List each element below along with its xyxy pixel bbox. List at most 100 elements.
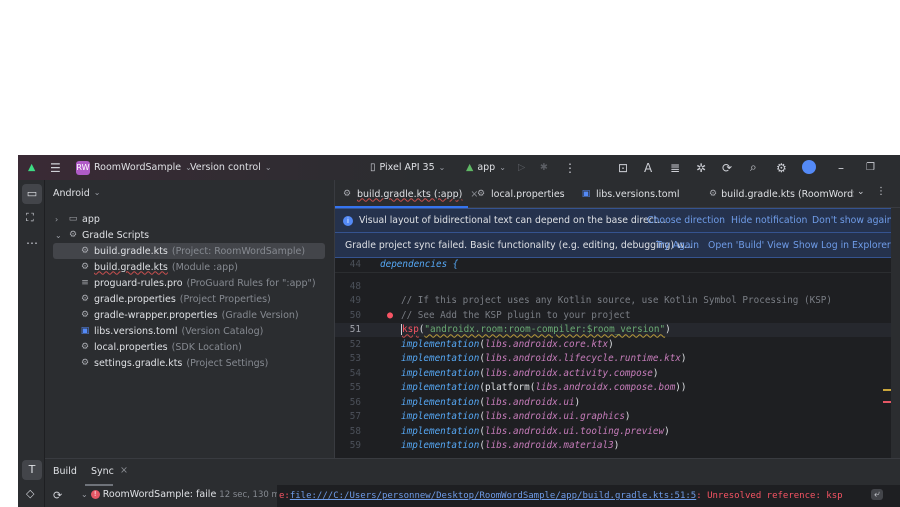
lightbulb-error-icon[interactable]: ●: [387, 310, 393, 321]
tree-item[interactable]: ▣ libs.versions.toml (Version Catalog): [45, 323, 334, 339]
close-icon[interactable]: ×: [120, 465, 128, 476]
tree-item[interactable]: ⚙ gradle-wrapper.properties (Gradle Versi…: [45, 307, 334, 323]
more-tools-icon[interactable]: ⋯: [26, 236, 38, 250]
sticky-line: 44 dependencies {: [335, 258, 891, 273]
tree-item-label: gradle.properties: [94, 293, 176, 305]
run-config-selector[interactable]: ▲ app ⌄: [466, 162, 506, 173]
chevron-down-icon: ⌄: [438, 163, 446, 172]
device-label: Pixel API 35: [379, 162, 435, 173]
sync-icon[interactable]: ⟳: [53, 489, 62, 502]
gear-icon[interactable]: ⚙: [776, 161, 787, 175]
tree-item[interactable]: ⚙ settings.gradle.kts (Project Settings): [45, 355, 334, 371]
project-panel: Android ⌄ › ▭ app ⌄ ⚙ Gradle Scripts ⚙ build.…: [45, 180, 334, 458]
project-selector[interactable]: RW RoomWordSample ⌄: [76, 160, 192, 175]
minimize-icon[interactable]: –: [838, 161, 844, 175]
error-marker[interactable]: [883, 401, 891, 403]
notification-text: Gradle project sync failed. Basic functi…: [345, 239, 693, 251]
chevron-down-icon[interactable]: ⌄: [55, 231, 67, 240]
code-text: implementation(libs.androidx.ui.tooling.…: [401, 425, 670, 437]
code-line[interactable]: 48: [335, 279, 891, 294]
app-inspection-icon[interactable]: ✲: [696, 161, 706, 175]
code-string: "androidx.room:room-compiler:$room_versi…: [424, 324, 666, 336]
code-line[interactable]: 55 implementation(platform(libs.androidx.…: [335, 381, 891, 396]
tab-label: local.properties: [491, 188, 565, 200]
code-line[interactable]: 52 implementation(libs.androidx.core.ktx): [335, 337, 891, 352]
project-folder-icon[interactable]: ▭: [22, 184, 42, 204]
restore-icon[interactable]: ❐: [866, 162, 875, 173]
device-selector[interactable]: ▯ Pixel API 35 ⌄: [370, 162, 445, 173]
sync-task-row[interactable]: ⌄ ! RoomWordSample: faile 12 sec, 130 ms: [81, 489, 291, 500]
gem-icon[interactable]: ◇: [26, 487, 34, 500]
soft-wrap-icon[interactable]: ⤶: [871, 489, 883, 500]
logcat-icon[interactable]: ≣: [670, 161, 680, 175]
tree-item-hint: (Gradle Version): [221, 309, 299, 321]
avatar[interactable]: [802, 160, 816, 174]
gear-icon: ⚙: [80, 294, 90, 304]
gear-icon: ⚙: [476, 189, 486, 199]
gear-icon: ⚙: [80, 310, 90, 320]
tab-build-gradle-project[interactable]: ⚙build.gradle.kts (RoomWordSample: [709, 180, 854, 208]
run-icon[interactable]: ▷: [518, 162, 525, 173]
tree-item[interactable]: ⚙ local.properties (SDK Location): [45, 339, 334, 355]
tree-item[interactable]: ⚙ gradle.properties (Project Properties): [45, 291, 334, 307]
device-manager-icon[interactable]: ⊡: [618, 161, 628, 175]
code-line[interactable]: 53 implementation(libs.androidx.lifecycle…: [335, 352, 891, 367]
code-line[interactable]: 54 implementation(libs.androidx.activity.…: [335, 366, 891, 381]
task-status: faile: [196, 489, 217, 500]
project-view-selector[interactable]: Android ⌄: [53, 188, 100, 199]
line-number: 56: [349, 396, 361, 408]
code-line[interactable]: 51 ksp("androidx.room:room-compiler:$room…: [335, 322, 891, 337]
dont-show-again-link[interactable]: Don't show again: [812, 215, 893, 226]
warning-marker[interactable]: [883, 389, 891, 391]
more-icon[interactable]: ⋮: [564, 161, 576, 175]
scrollbar[interactable]: [891, 208, 900, 458]
debug-icon[interactable]: ✱: [540, 162, 548, 173]
code-line[interactable]: 57 implementation(libs.androidx.ui.graphi…: [335, 410, 891, 425]
tab-build[interactable]: Build: [53, 466, 77, 477]
hide-notification-link[interactable]: Hide notification: [731, 215, 807, 226]
sync-failed-notification: Gradle project sync failed. Basic functi…: [335, 233, 891, 258]
tab-label: build.gradle.kts (RoomWordSample: [721, 188, 854, 200]
chevron-down-icon: ⌄: [81, 490, 88, 499]
tree-item[interactable]: ⚙ build.gradle.kts (Project: RoomWordSamp…: [53, 243, 325, 259]
code-text: implementation(libs.androidx.material3): [401, 440, 620, 452]
open-build-view-link[interactable]: Open 'Build' View: [708, 240, 789, 251]
tab-label: libs.versions.toml: [596, 188, 680, 200]
code-text: implementation(libs.androidx.ui): [401, 396, 581, 408]
project-view-label: Android: [53, 188, 90, 199]
vcs-label: Version control: [190, 162, 261, 173]
resource-manager-icon[interactable]: ⛶: [26, 211, 34, 225]
code-text: implementation(libs.androidx.ui.graphics…: [401, 411, 631, 423]
choose-direction-link[interactable]: Choose direction: [647, 215, 725, 226]
line-number: 58: [349, 425, 361, 437]
tree-item[interactable]: ⌄ ⚙ Gradle Scripts: [45, 227, 334, 243]
main-menu-icon[interactable]: ☰: [50, 161, 61, 175]
code-line[interactable]: 58 implementation(libs.androidx.ui.toolin…: [335, 424, 891, 439]
build-hammer-icon[interactable]: T: [22, 460, 42, 480]
tab-local-properties[interactable]: ⚙ local.properties: [475, 180, 565, 208]
code-line[interactable]: 50 // See Add the KSP plugin to your proj…: [335, 308, 891, 323]
code-line[interactable]: 56 implementation(libs.androidx.ui): [335, 395, 891, 410]
try-again-link[interactable]: Try Again: [656, 240, 699, 251]
gradle-sync-icon[interactable]: ⟳: [722, 161, 732, 175]
file-link[interactable]: file:///C:/Users/personnew/Desktop/RoomW…: [290, 491, 696, 501]
tab-build-gradle-app[interactable]: ⚙ build.gradle.kts (:app) ×: [341, 180, 478, 208]
tree-item[interactable]: ≡ proguard-rules.pro (ProGuard Rules for …: [45, 275, 334, 291]
vcs-menu[interactable]: Version control ⌄: [190, 162, 272, 173]
tab-libs-versions[interactable]: ▣ libs.versions.toml: [580, 180, 680, 208]
code-line[interactable]: 59 implementation(libs.androidx.material3…: [335, 439, 891, 454]
tabs-dropdown-icon[interactable]: ⌄: [857, 187, 865, 197]
tree-item[interactable]: ⚙ build.gradle.kts (Module :app): [45, 259, 334, 275]
line-number: 44: [349, 259, 361, 271]
translate-icon[interactable]: A: [644, 161, 652, 175]
project-badge: RW: [76, 160, 90, 175]
tree-item-hint: (Project: RoomWordSample): [171, 245, 306, 257]
more-icon[interactable]: ⋮: [876, 186, 886, 197]
search-icon[interactable]: ⌕: [750, 160, 757, 175]
code-line[interactable]: 49 // If this project uses any Kotlin sou…: [335, 294, 891, 309]
chevron-right-icon[interactable]: ›: [55, 215, 67, 224]
tree-item[interactable]: › ▭ app: [45, 211, 334, 227]
show-log-link[interactable]: Show Log in Explorer: [793, 240, 891, 251]
editor-tabs: ⚙ build.gradle.kts (:app) × ⚙ local.propert…: [335, 180, 900, 208]
tab-sync[interactable]: Sync: [91, 466, 114, 477]
